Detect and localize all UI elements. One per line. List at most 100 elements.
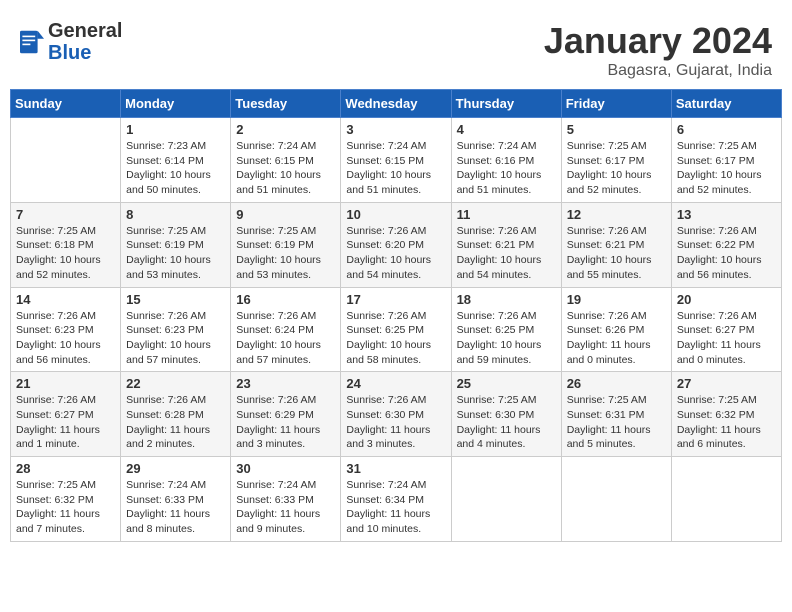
calendar-day-cell: 31 Sunrise: 7:24 AM Sunset: 6:34 PM Dayli… — [341, 457, 451, 542]
day-number: 29 — [126, 461, 225, 476]
day-info: Sunrise: 7:26 AM Sunset: 6:21 PM Dayligh… — [457, 224, 556, 283]
day-number: 6 — [677, 122, 776, 137]
calendar-day-cell: 22 Sunrise: 7:26 AM Sunset: 6:28 PM Dayli… — [121, 372, 231, 457]
day-number: 1 — [126, 122, 225, 137]
calendar-day-cell: 8 Sunrise: 7:25 AM Sunset: 6:19 PM Daylig… — [121, 202, 231, 287]
calendar-day-cell: 27Sunrise: 7:25 AM Sunset: 6:32 PM Dayli… — [671, 372, 781, 457]
calendar-day-cell: 13Sunrise: 7:26 AM Sunset: 6:22 PM Dayli… — [671, 202, 781, 287]
day-info: Sunrise: 7:26 AM Sunset: 6:29 PM Dayligh… — [236, 393, 335, 452]
calendar-day-cell: 9Sunrise: 7:25 AM Sunset: 6:19 PM Daylig… — [231, 202, 341, 287]
calendar-day-cell: 3Sunrise: 7:24 AM Sunset: 6:15 PM Daylig… — [341, 118, 451, 203]
day-info: Sunrise: 7:25 AM Sunset: 6:18 PM Dayligh… — [16, 224, 115, 283]
calendar-day-cell: 14 Sunrise: 7:26 AM Sunset: 6:23 PM Dayli… — [11, 287, 121, 372]
day-info: Sunrise: 7:24 AM Sunset: 6:33 PM Dayligh… — [126, 478, 225, 537]
calendar-day-cell: 17Sunrise: 7:26 AM Sunset: 6:25 PM Dayli… — [341, 287, 451, 372]
day-info: Sunrise: 7:25 AM Sunset: 6:31 PM Dayligh… — [567, 393, 666, 452]
day-info: Sunrise: 7:24 AM Sunset: 6:15 PM Dayligh… — [236, 139, 335, 198]
day-number: 2 — [236, 122, 335, 137]
day-number: 27 — [677, 376, 776, 391]
logo-general-text: General — [48, 20, 122, 42]
day-number: 12 — [567, 207, 666, 222]
day-number: 9 — [236, 207, 335, 222]
day-info: Sunrise: 7:24 AM Sunset: 6:33 PM Dayligh… — [236, 478, 335, 537]
calendar-table: SundayMondayTuesdayWednesdayThursdayFrid… — [10, 89, 782, 542]
day-number: 22 — [126, 376, 225, 391]
day-info: Sunrise: 7:26 AM Sunset: 6:30 PM Dayligh… — [346, 393, 445, 452]
day-header-monday: Monday — [121, 90, 231, 118]
day-header-wednesday: Wednesday — [341, 90, 451, 118]
calendar-day-cell: 16Sunrise: 7:26 AM Sunset: 6:24 PM Dayli… — [231, 287, 341, 372]
day-number: 28 — [16, 461, 115, 476]
calendar-week-row: 14 Sunrise: 7:26 AM Sunset: 6:23 PM Dayli… — [11, 287, 782, 372]
day-header-saturday: Saturday — [671, 90, 781, 118]
day-info: Sunrise: 7:26 AM Sunset: 6:28 PM Dayligh… — [126, 393, 225, 452]
calendar-day-cell: 1 Sunrise: 7:23 AM Sunset: 6:14 PM Daylig… — [121, 118, 231, 203]
day-number: 18 — [457, 292, 556, 307]
calendar-day-cell: 24Sunrise: 7:26 AM Sunset: 6:30 PM Dayli… — [341, 372, 451, 457]
day-header-thursday: Thursday — [451, 90, 561, 118]
title-block: January 2024 Bagasra, Gujarat, India — [544, 20, 772, 80]
logo: General Blue — [20, 20, 122, 64]
calendar-day-cell: 30 Sunrise: 7:24 AM Sunset: 6:33 PM Dayli… — [231, 457, 341, 542]
day-header-sunday: Sunday — [11, 90, 121, 118]
day-number: 25 — [457, 376, 556, 391]
day-number: 15 — [126, 292, 225, 307]
calendar-day-cell — [11, 118, 121, 203]
month-title: January 2024 — [544, 20, 772, 62]
calendar-day-cell: 11Sunrise: 7:26 AM Sunset: 6:21 PM Dayli… — [451, 202, 561, 287]
page-header: General Blue January 2024 Bagasra, Gujar… — [10, 10, 782, 85]
day-info: Sunrise: 7:25 AM Sunset: 6:17 PM Dayligh… — [567, 139, 666, 198]
calendar-day-cell: 25Sunrise: 7:25 AM Sunset: 6:30 PM Dayli… — [451, 372, 561, 457]
calendar-day-cell: 6 Sunrise: 7:25 AM Sunset: 6:17 PM Daylig… — [671, 118, 781, 203]
calendar-day-cell: 20 Sunrise: 7:26 AM Sunset: 6:27 PM Dayli… — [671, 287, 781, 372]
day-info: Sunrise: 7:26 AM Sunset: 6:25 PM Dayligh… — [457, 309, 556, 368]
day-number: 31 — [346, 461, 445, 476]
day-info: Sunrise: 7:24 AM Sunset: 6:16 PM Dayligh… — [457, 139, 556, 198]
calendar-day-cell: 5Sunrise: 7:25 AM Sunset: 6:17 PM Daylig… — [561, 118, 671, 203]
day-number: 7 — [16, 207, 115, 222]
day-header-tuesday: Tuesday — [231, 90, 341, 118]
calendar-day-cell: 29 Sunrise: 7:24 AM Sunset: 6:33 PM Dayli… — [121, 457, 231, 542]
calendar-day-cell: 19Sunrise: 7:26 AM Sunset: 6:26 PM Dayli… — [561, 287, 671, 372]
day-header-friday: Friday — [561, 90, 671, 118]
day-info: Sunrise: 7:26 AM Sunset: 6:27 PM Dayligh… — [677, 309, 776, 368]
day-info: Sunrise: 7:23 AM Sunset: 6:14 PM Dayligh… — [126, 139, 225, 198]
day-number: 30 — [236, 461, 335, 476]
day-number: 20 — [677, 292, 776, 307]
day-info: Sunrise: 7:25 AM Sunset: 6:32 PM Dayligh… — [16, 478, 115, 537]
day-info: Sunrise: 7:26 AM Sunset: 6:26 PM Dayligh… — [567, 309, 666, 368]
day-info: Sunrise: 7:24 AM Sunset: 6:34 PM Dayligh… — [346, 478, 445, 537]
logo-blue-text: Blue — [48, 42, 122, 64]
day-number: 8 — [126, 207, 225, 222]
day-number: 21 — [16, 376, 115, 391]
calendar-day-cell: 10Sunrise: 7:26 AM Sunset: 6:20 PM Dayli… — [341, 202, 451, 287]
day-info: Sunrise: 7:26 AM Sunset: 6:23 PM Dayligh… — [16, 309, 115, 368]
calendar-day-cell — [451, 457, 561, 542]
logo-text: General Blue — [48, 20, 122, 64]
calendar-day-cell: 21Sunrise: 7:26 AM Sunset: 6:27 PM Dayli… — [11, 372, 121, 457]
calendar-day-cell — [561, 457, 671, 542]
calendar-day-cell — [671, 457, 781, 542]
day-info: Sunrise: 7:25 AM Sunset: 6:17 PM Dayligh… — [677, 139, 776, 198]
calendar-week-row: 7 Sunrise: 7:25 AM Sunset: 6:18 PM Daylig… — [11, 202, 782, 287]
calendar-day-cell: 4 Sunrise: 7:24 AM Sunset: 6:16 PM Daylig… — [451, 118, 561, 203]
day-number: 4 — [457, 122, 556, 137]
day-info: Sunrise: 7:25 AM Sunset: 6:19 PM Dayligh… — [126, 224, 225, 283]
calendar-day-cell: 2 Sunrise: 7:24 AM Sunset: 6:15 PM Daylig… — [231, 118, 341, 203]
calendar-week-row: 28 Sunrise: 7:25 AM Sunset: 6:32 PM Dayli… — [11, 457, 782, 542]
calendar-day-cell: 15 Sunrise: 7:26 AM Sunset: 6:23 PM Dayli… — [121, 287, 231, 372]
calendar-day-cell: 18 Sunrise: 7:26 AM Sunset: 6:25 PM Dayli… — [451, 287, 561, 372]
calendar-header-row: SundayMondayTuesdayWednesdayThursdayFrid… — [11, 90, 782, 118]
day-info: Sunrise: 7:26 AM Sunset: 6:23 PM Dayligh… — [126, 309, 225, 368]
location-text: Bagasra, Gujarat, India — [544, 62, 772, 80]
day-number: 26 — [567, 376, 666, 391]
calendar-week-row: 21Sunrise: 7:26 AM Sunset: 6:27 PM Dayli… — [11, 372, 782, 457]
day-number: 14 — [16, 292, 115, 307]
calendar-day-cell: 23 Sunrise: 7:26 AM Sunset: 6:29 PM Dayli… — [231, 372, 341, 457]
day-info: Sunrise: 7:24 AM Sunset: 6:15 PM Dayligh… — [346, 139, 445, 198]
day-info: Sunrise: 7:26 AM Sunset: 6:25 PM Dayligh… — [346, 309, 445, 368]
calendar-day-cell: 28 Sunrise: 7:25 AM Sunset: 6:32 PM Dayli… — [11, 457, 121, 542]
day-info: Sunrise: 7:26 AM Sunset: 6:22 PM Dayligh… — [677, 224, 776, 283]
day-info: Sunrise: 7:26 AM Sunset: 6:21 PM Dayligh… — [567, 224, 666, 283]
day-number: 23 — [236, 376, 335, 391]
